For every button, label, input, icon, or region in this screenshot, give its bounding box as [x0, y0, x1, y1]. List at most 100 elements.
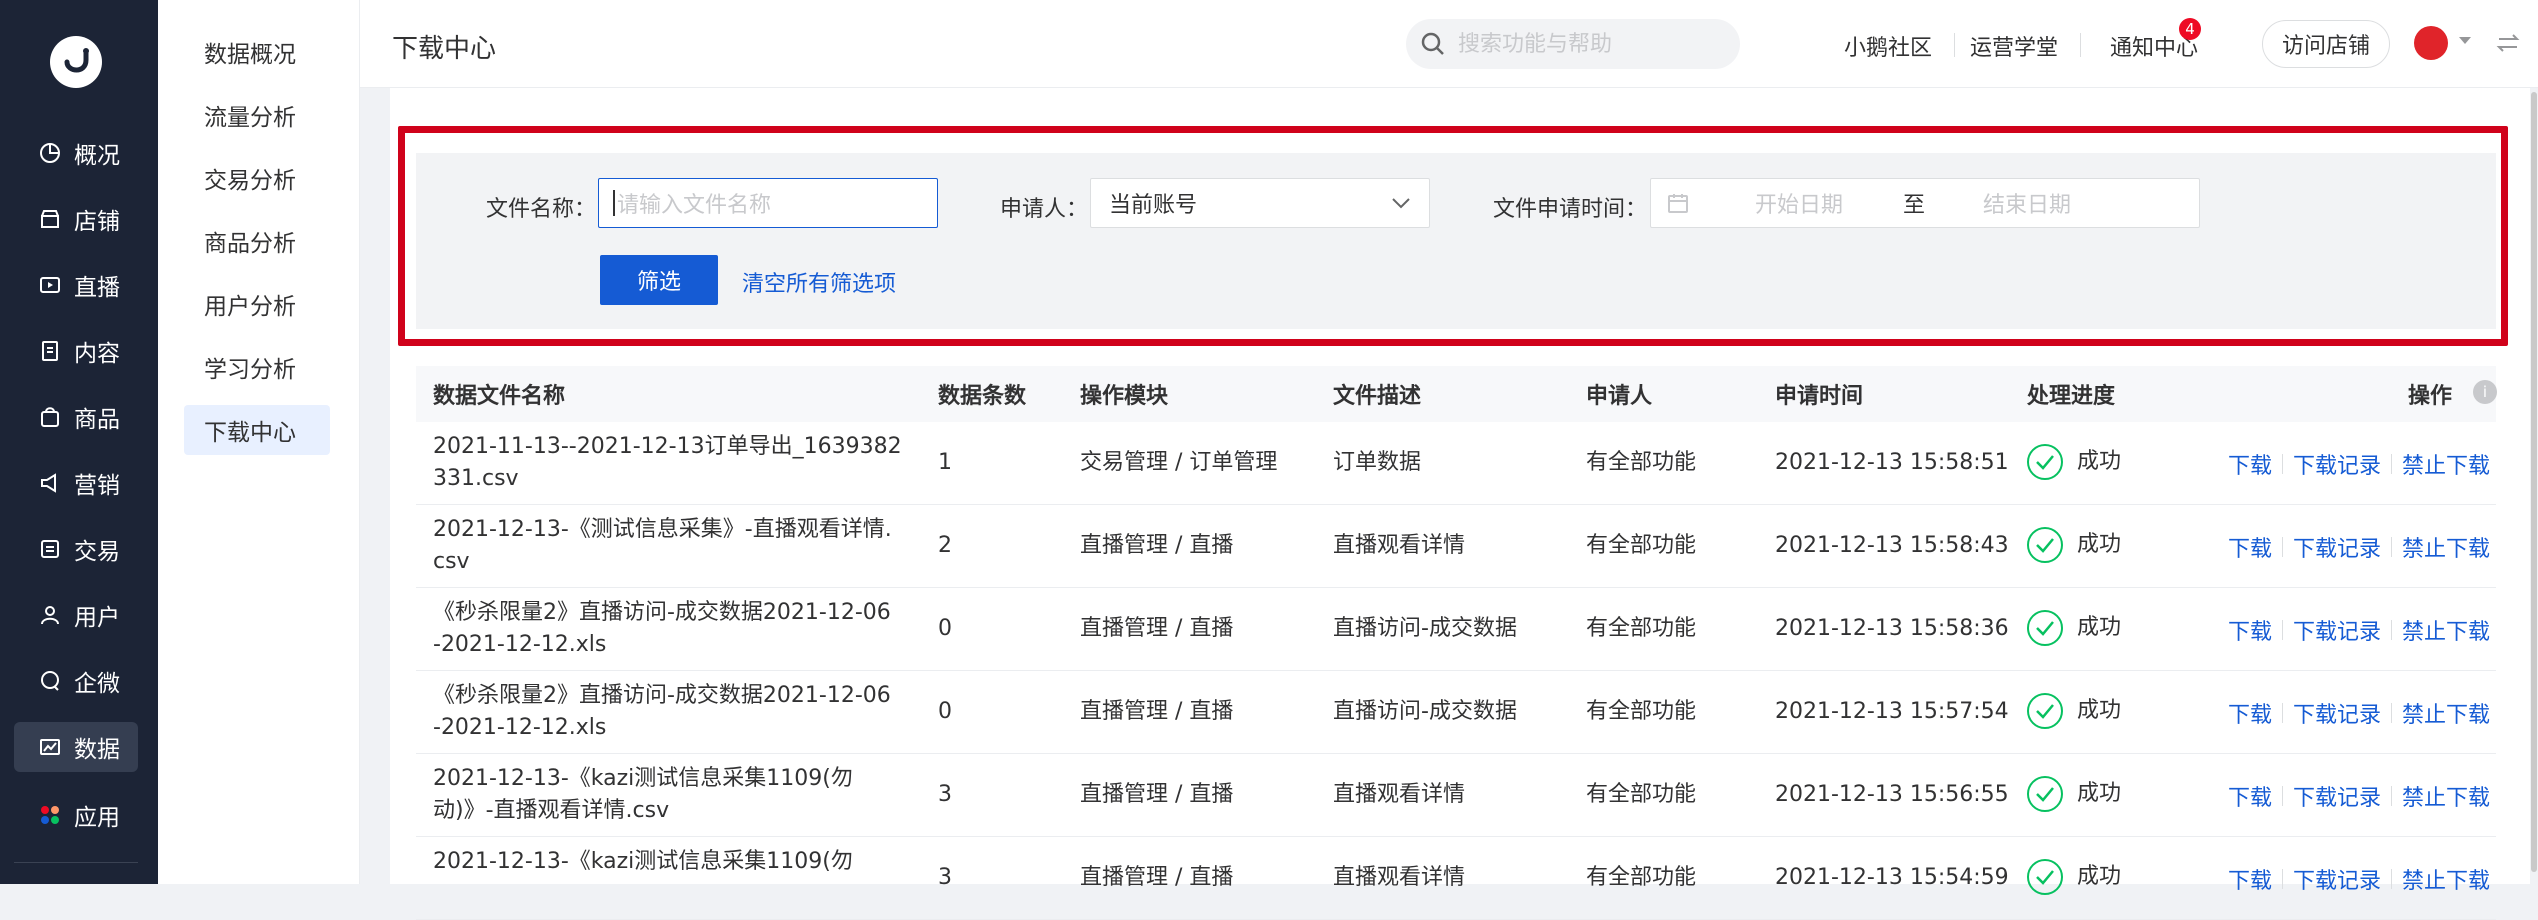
file-name-line2: 331.csv — [433, 466, 519, 491]
row-actions: 下载 下载记录 禁止下载 — [2228, 614, 2490, 646]
status-text: 成功 — [2077, 864, 2122, 889]
highlight-frame — [398, 126, 2508, 346]
search-input[interactable] — [1458, 31, 1728, 57]
record-count: 3 — [938, 865, 952, 890]
clear-filters-link[interactable]: 清空所有筛选项 — [742, 266, 896, 298]
search-box[interactable] — [1406, 19, 1740, 69]
subnav-item-traffic[interactable]: 流量分析 — [184, 90, 330, 140]
download-records-link[interactable]: 下载记录 — [2293, 614, 2381, 646]
col-actions: 操作 — [2408, 384, 2453, 409]
community-link[interactable]: 小鹅社区 — [1844, 30, 1932, 62]
start-date-input[interactable]: 开始日期 — [1755, 187, 1843, 219]
visit-store-button[interactable]: 访问店铺 — [2262, 20, 2390, 68]
rail-item-label: 直播 — [74, 275, 120, 301]
applicant-select[interactable]: 当前账号 — [1090, 178, 1430, 228]
applicant-cell: 有全部功能 — [1586, 616, 1697, 641]
forbid-download-link[interactable]: 禁止下载 — [2402, 448, 2490, 480]
description-cell: 直播观看详情 — [1333, 782, 1466, 807]
download-link[interactable]: 下载 — [2228, 531, 2272, 563]
status-cell: 成功 — [2027, 693, 2121, 729]
rail-item-store[interactable]: 店铺 — [14, 194, 138, 244]
info-icon[interactable]: i — [2473, 380, 2497, 404]
file-name-placeholder: 请输入文件名称 — [617, 193, 772, 218]
module-cell: 交易管理 / 订单管理 — [1080, 450, 1278, 475]
applicant-value: 当前账号 — [1109, 193, 1198, 218]
logo[interactable] — [50, 36, 102, 88]
row-actions: 下载 下载记录 禁止下载 — [2228, 863, 2490, 895]
download-link[interactable]: 下载 — [2228, 614, 2272, 646]
rail-item-live[interactable]: 直播 — [14, 260, 138, 310]
apply-time-cell: 2021-12-13 15:58:43 — [1775, 533, 2009, 558]
scrollbar[interactable] — [2530, 88, 2538, 884]
caret-down-icon[interactable] — [2458, 36, 2472, 46]
col-apply-time: 申请时间 — [1775, 384, 1864, 409]
download-link[interactable]: 下载 — [2228, 697, 2272, 729]
scrollbar-thumb[interactable] — [2531, 92, 2537, 872]
status-cell: 成功 — [2027, 610, 2121, 646]
rail-item-apps[interactable]: 应用 — [14, 790, 138, 840]
download-link[interactable]: 下载 — [2228, 448, 2272, 480]
module-cell: 直播管理 / 直播 — [1080, 616, 1234, 641]
col-module: 操作模块 — [1080, 384, 1169, 409]
filter-button[interactable]: 筛选 — [600, 255, 718, 305]
subnav-item-data-overview[interactable]: 数据概况 — [184, 27, 330, 77]
subnav-item-users[interactable]: 用户分析 — [184, 279, 330, 329]
description-cell: 直播观看详情 — [1333, 533, 1466, 558]
rail-item-marketing[interactable]: 营销 — [14, 458, 138, 508]
switch-icon[interactable] — [2496, 32, 2520, 54]
record-count: 3 — [938, 782, 952, 807]
record-count: 1 — [938, 450, 952, 475]
divider — [2282, 537, 2284, 557]
description-cell: 直播访问-成交数据 — [1333, 616, 1517, 641]
forbid-download-link[interactable]: 禁止下载 — [2402, 531, 2490, 563]
range-separator: 至 — [1903, 193, 1926, 218]
download-link[interactable]: 下载 — [2228, 780, 2272, 812]
forbid-download-link[interactable]: 禁止下载 — [2402, 614, 2490, 646]
check-circle-icon — [2027, 693, 2063, 729]
divider — [2282, 869, 2284, 889]
rail-item-content[interactable]: 内容 — [14, 326, 138, 376]
subnav-item-download-center[interactable]: 下载中心 — [184, 405, 330, 455]
rail-item-trade[interactable]: 交易 — [14, 524, 138, 574]
notification-badge: 4 — [2179, 18, 2201, 40]
file-name-line1: 《秒杀限量2》直播访问-成交数据2021-12-06 — [433, 600, 891, 625]
col-count: 数据条数 — [938, 384, 1027, 409]
module-cell: 直播管理 / 直播 — [1080, 699, 1234, 724]
end-date-input[interactable]: 结束日期 — [1983, 187, 2071, 219]
download-link[interactable]: 下载 — [2228, 863, 2272, 895]
subnav-item-goods[interactable]: 商品分析 — [184, 216, 330, 266]
forbid-download-link[interactable]: 禁止下载 — [2402, 863, 2490, 895]
divider — [2391, 869, 2393, 889]
description-cell: 订单数据 — [1333, 450, 1422, 475]
check-circle-icon — [2027, 444, 2063, 480]
status-text: 成功 — [2077, 532, 2122, 557]
rail-item-data[interactable]: 数据 — [14, 722, 138, 772]
download-records-link[interactable]: 下载记录 — [2293, 697, 2381, 729]
rail-item-users[interactable]: 用户 — [14, 590, 138, 640]
download-records-link[interactable]: 下载记录 — [2293, 863, 2381, 895]
live-icon — [38, 273, 62, 297]
bag-icon — [38, 405, 62, 429]
download-records-link[interactable]: 下载记录 — [2293, 531, 2381, 563]
rail-item-label: 营销 — [74, 473, 120, 499]
academy-link[interactable]: 运营学堂 — [1970, 30, 2058, 62]
date-range-picker[interactable]: 开始日期 至 结束日期 — [1650, 178, 2200, 228]
module-cell: 直播管理 / 直播 — [1080, 533, 1234, 558]
avatar[interactable] — [2414, 26, 2448, 60]
rail-item-wecom[interactable]: 企微 — [14, 656, 138, 706]
forbid-download-link[interactable]: 禁止下载 — [2402, 780, 2490, 812]
rail-item-goods[interactable]: 商品 — [14, 392, 138, 442]
rail-item-overview[interactable]: 概况 — [14, 128, 138, 178]
applicant-label: 申请人： — [1000, 197, 1089, 222]
subnav-item-learning[interactable]: 学习分析 — [184, 342, 330, 392]
record-count: 2 — [938, 533, 952, 558]
apply-time-cell: 2021-12-13 15:57:54 — [1775, 699, 2009, 724]
apps-icon — [38, 803, 62, 827]
file-name-input[interactable]: 请输入文件名称 — [598, 178, 938, 228]
subnav-item-trade[interactable]: 交易分析 — [184, 153, 330, 203]
status-text: 成功 — [2077, 449, 2122, 474]
download-records-link[interactable]: 下载记录 — [2293, 448, 2381, 480]
file-name-line2: -2021-12-12.xls — [433, 715, 607, 740]
forbid-download-link[interactable]: 禁止下载 — [2402, 697, 2490, 729]
download-records-link[interactable]: 下载记录 — [2293, 780, 2381, 812]
